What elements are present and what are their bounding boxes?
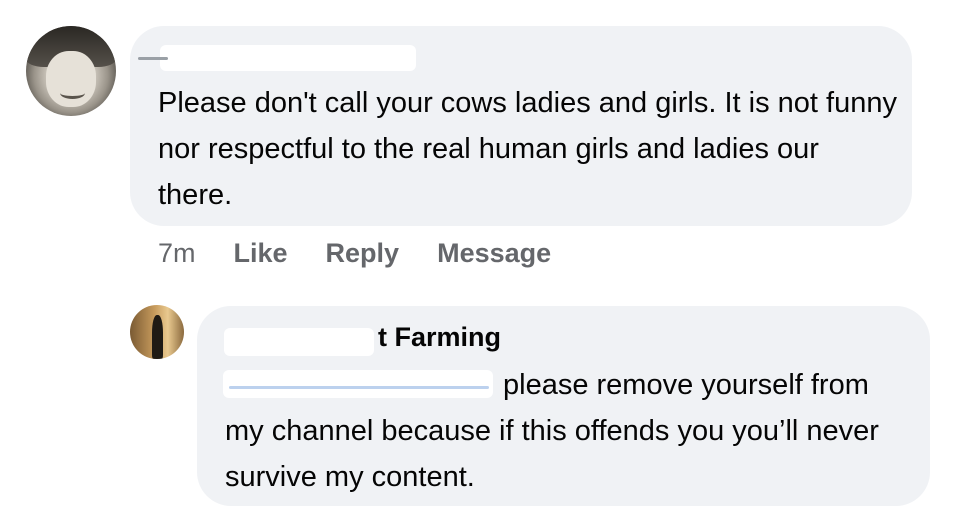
reply-author-avatar[interactable]	[130, 305, 184, 359]
avatar-figure	[151, 314, 164, 359]
redacted-author-name	[138, 45, 416, 71]
commenter-avatar[interactable]	[26, 26, 116, 116]
message-button[interactable]: Message	[437, 238, 551, 269]
comment-timestamp[interactable]: 7m	[158, 238, 196, 269]
reply-author-name[interactable]: t Farming	[378, 322, 501, 353]
redacted-author-prefix	[224, 328, 374, 356]
reply-text-container: please remove yourself from my channel b…	[225, 362, 915, 500]
like-button[interactable]: Like	[234, 238, 288, 269]
reply-text: please remove yourself from my channel b…	[225, 369, 879, 493]
comment-text: Please don't call your cows ladies and g…	[158, 87, 897, 211]
reply-button[interactable]: Reply	[326, 238, 400, 269]
comment-actions: 7m Like Reply Message	[158, 238, 589, 269]
